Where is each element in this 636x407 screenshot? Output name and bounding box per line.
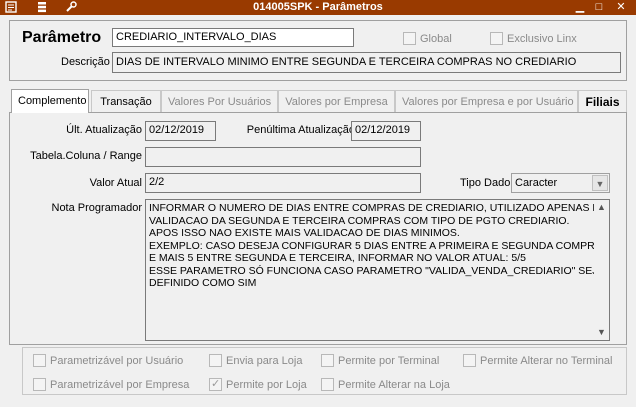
descricao-label: Descrição xyxy=(61,56,110,68)
parametrizavel-empresa-box[interactable] xyxy=(33,378,46,391)
descricao-field[interactable]: DIAS DE INTERVALO MINIMO ENTRE SEGUNDA E… xyxy=(112,52,621,73)
tipo-dado-label: Tipo Dado xyxy=(460,177,511,189)
chevron-down-icon[interactable]: ▼ xyxy=(592,175,608,191)
tab-transacao[interactable]: Transação xyxy=(91,90,161,112)
parameter-header: Parâmetro CREDIARIO_INTERVALO_DIAS ◢ Glo… xyxy=(9,20,627,81)
chevron-down-icon[interactable]: ▼ xyxy=(594,325,609,340)
exclusivo-linx-checkbox[interactable]: Exclusivo Linx xyxy=(490,32,577,45)
tab-filiais[interactable]: Filiais xyxy=(578,90,627,112)
permite-alterar-loja-label: Permite Alterar na Loja xyxy=(338,378,450,391)
tab-bar: Complemento Transação Valores Por Usuári… xyxy=(9,89,627,113)
envia-loja-box[interactable] xyxy=(209,354,222,367)
permite-alterar-terminal-checkbox[interactable]: Permite Alterar no Terminal xyxy=(463,354,612,367)
nota-line: E MAIS 5 ENTRE SEGUNDA E TERCEIRA, INFOR… xyxy=(149,252,526,264)
permite-terminal-label: Permite por Terminal xyxy=(338,354,440,367)
nota-line: DEFINIDO COMO SIM xyxy=(149,277,257,289)
tipo-dado-select[interactable]: Caracter ▼ xyxy=(511,173,610,193)
nota-scrollbar[interactable]: ▲ ▼ xyxy=(594,200,609,340)
global-label: Global xyxy=(420,32,452,45)
options-group: Parametrizável por Usuário Envia para Lo… xyxy=(22,347,627,395)
tipo-dado-value: Caracter xyxy=(515,177,558,189)
nota-line: INFORMAR O NUMERO DE DIAS ENTRE COMPRAS … xyxy=(149,202,607,214)
permite-terminal-box[interactable] xyxy=(321,354,334,367)
permite-loja-box[interactable] xyxy=(209,377,222,391)
parametrizavel-usuario-label: Parametrizável por Usuário xyxy=(50,354,184,367)
envia-loja-checkbox[interactable]: Envia para Loja xyxy=(209,354,302,367)
maximize-button[interactable]: □ xyxy=(591,0,607,14)
penultima-atualizacao-field[interactable]: 02/12/2019 xyxy=(351,121,421,141)
tab-complemento[interactable]: Complemento xyxy=(11,89,89,113)
valor-atual-label: Valor Atual xyxy=(89,177,142,189)
permite-alterar-terminal-label: Permite Alterar no Terminal xyxy=(480,354,613,367)
ult-atualizacao-field[interactable]: 02/12/2019 xyxy=(145,121,216,141)
ult-atualizacao-label: Últ. Atualização xyxy=(66,124,142,136)
nota-programador-textarea[interactable]: INFORMAR O NUMERO DE DIAS ENTRE COMPRAS … xyxy=(145,199,610,341)
permite-loja-checkbox[interactable]: Permite por Loja xyxy=(209,377,307,391)
permite-loja-label: Permite por Loja xyxy=(226,378,307,391)
parametrizavel-usuario-checkbox[interactable]: Parametrizável por Usuário xyxy=(33,354,183,367)
permite-alterar-loja-box[interactable] xyxy=(321,378,334,391)
parametrizavel-empresa-checkbox[interactable]: Parametrizável por Empresa xyxy=(33,378,189,391)
permite-alterar-terminal-box[interactable] xyxy=(463,354,476,367)
nota-line: VALIDACAO DA SEGUNDA E TERCEIRA COMPRAS … xyxy=(149,214,570,227)
envia-loja-label: Envia para Loja xyxy=(226,354,303,367)
complemento-panel: Últ. Atualização 02/12/2019 Penúltima At… xyxy=(9,112,627,345)
permite-terminal-checkbox[interactable]: Permite por Terminal xyxy=(321,354,439,367)
window-title: 014005SPK - Parâmetros xyxy=(253,1,383,13)
parametro-label: Parâmetro xyxy=(22,29,102,46)
nota-line: ESSE PARAMETRO SÓ FUNCIONA CASO PARAMETR… xyxy=(149,264,605,277)
title-bar: 014005SPK - Parâmetros ▁ □ ✕ xyxy=(0,0,636,15)
exclusivo-linx-checkbox-box[interactable] xyxy=(490,32,503,45)
nota-programador-label: Nota Programador xyxy=(51,202,143,214)
chevron-up-icon[interactable]: ▲ xyxy=(594,200,609,215)
parametro-field[interactable]: CREDIARIO_INTERVALO_DIAS xyxy=(112,28,354,47)
parametrizavel-usuario-box[interactable] xyxy=(33,354,46,367)
tab-valores-por-empresa-e-usuario[interactable]: Valores por Empresa e por Usuário xyxy=(395,90,578,112)
parametrizavel-empresa-label: Parametrizável por Empresa xyxy=(50,378,190,391)
nota-line: EXEMPLO: CASO DESEJA CONFIGURAR 5 DIAS E… xyxy=(149,239,605,252)
penultima-atualizacao-label: Penúltima Atualização xyxy=(246,124,355,136)
exclusivo-linx-label: Exclusivo Linx xyxy=(507,32,577,45)
valor-atual-field[interactable]: 2/2 xyxy=(145,173,421,193)
minimize-button[interactable]: ▁ xyxy=(572,0,588,14)
tabela-coluna-label: Tabela.Coluna / Range xyxy=(30,150,142,162)
global-checkbox-box[interactable] xyxy=(403,32,416,45)
tab-valores-por-usuarios[interactable]: Valores Por Usuários xyxy=(161,90,278,112)
close-button[interactable]: ✕ xyxy=(613,0,629,14)
global-checkbox[interactable]: Global xyxy=(403,32,452,45)
nota-line: APOS ISSO NAO EXISTE MAIS VALIDACAO DE D… xyxy=(149,227,460,239)
tabela-coluna-field[interactable] xyxy=(145,147,421,167)
tab-valores-por-empresa[interactable]: Valores por Empresa xyxy=(278,90,395,112)
permite-alterar-loja-checkbox[interactable]: Permite Alterar na Loja xyxy=(321,378,450,391)
